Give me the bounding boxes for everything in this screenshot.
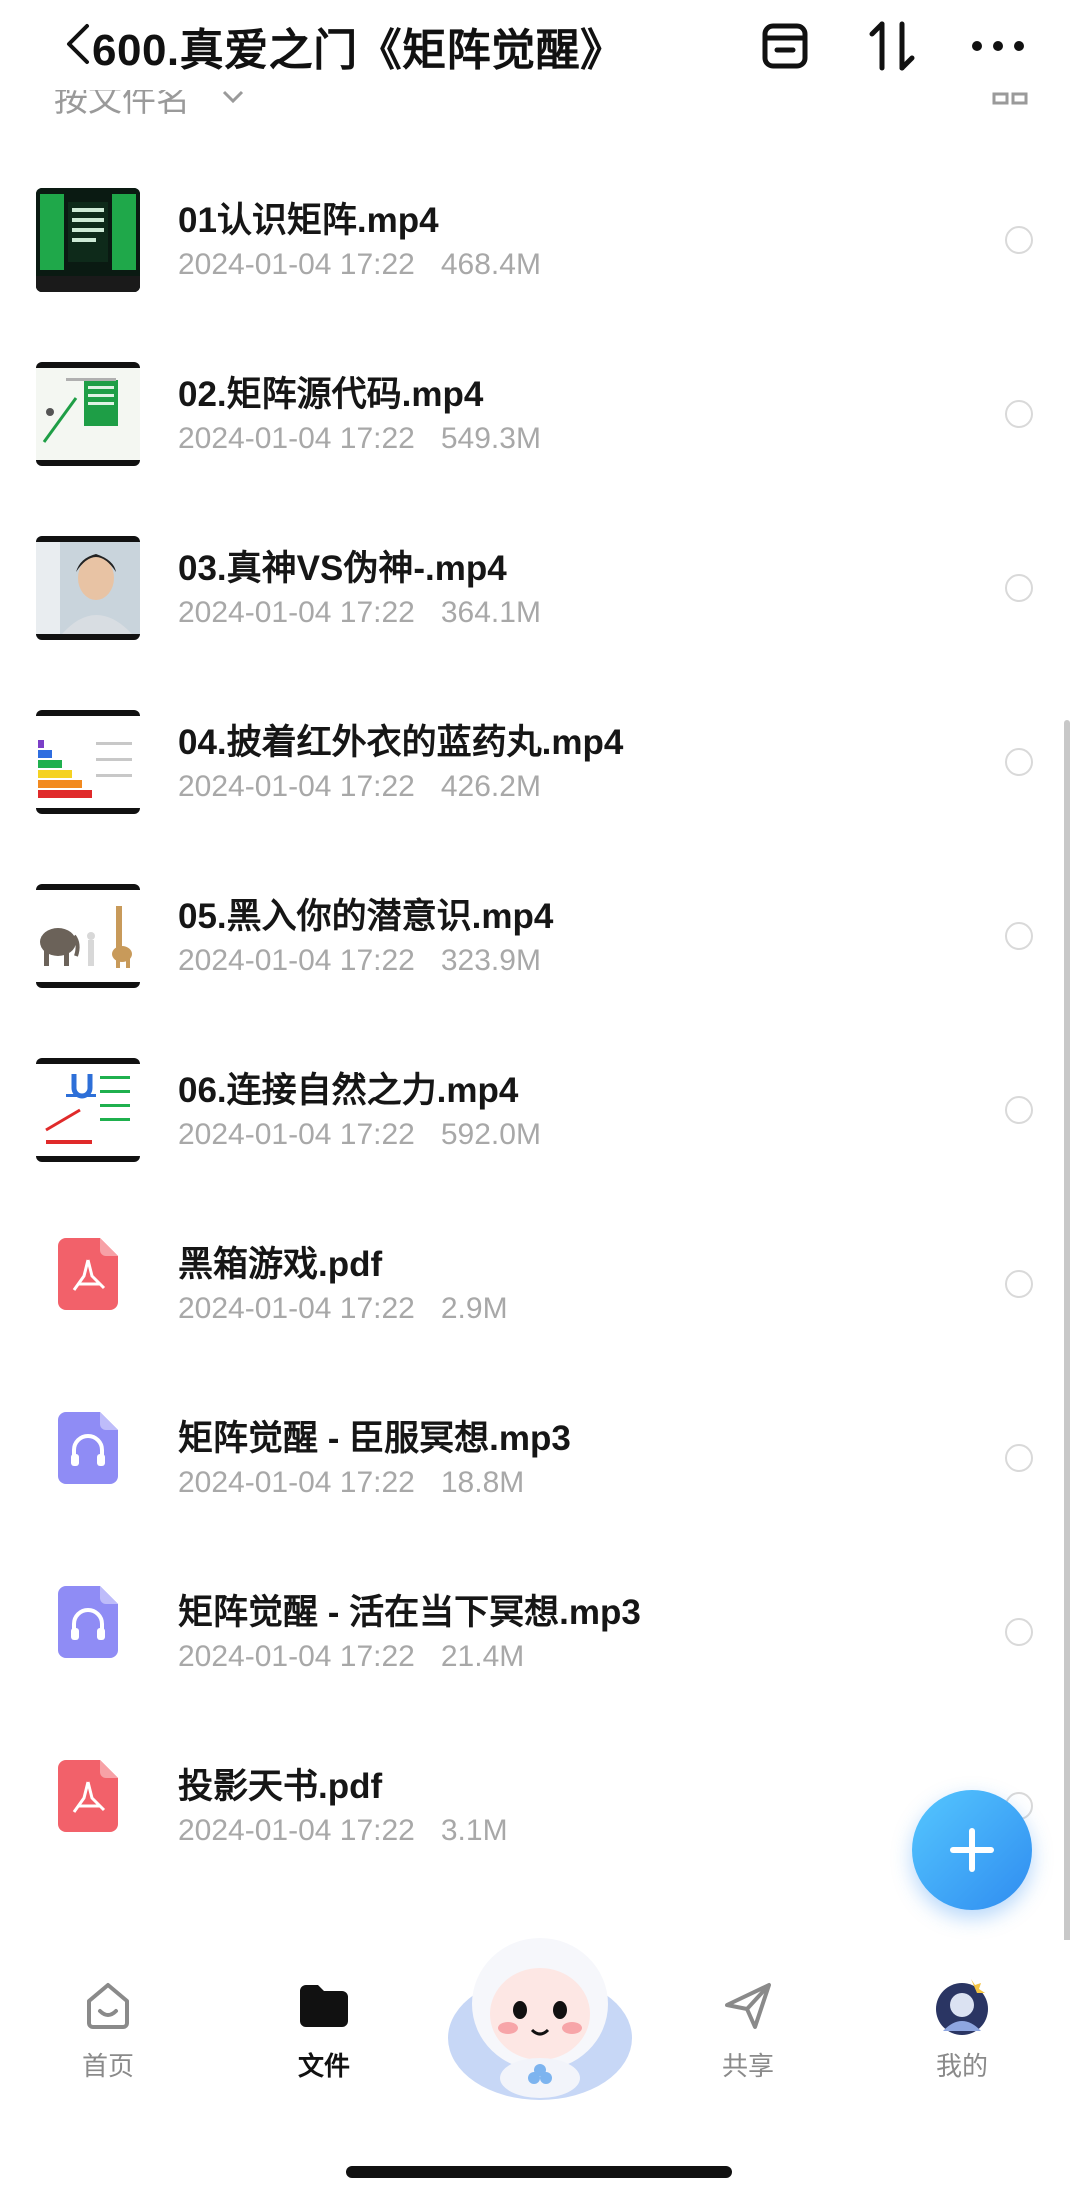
file-row[interactable]: 06.连接自然之力.mp4 2024-01-04 17:22 592.0M [0, 1010, 1080, 1184]
video-thumbnail [36, 884, 140, 988]
file-date: 2024-01-04 17:22 [178, 1118, 415, 1151]
file-name: 02.矩阵源代码.mp4 [178, 375, 484, 414]
tab-share[interactable]: 共享 [678, 1976, 818, 2083]
add-button[interactable] [912, 1790, 1032, 1910]
file-date: 2024-01-04 17:22 [178, 1814, 415, 1847]
file-name: 06.连接自然之力.mp4 [178, 1071, 519, 1110]
tab-files-label: 文件 [297, 2051, 350, 2081]
file-row[interactable]: 01认识矩阵.mp4 2024-01-04 17:22 468.4M [0, 140, 1080, 314]
sort-by-name-button[interactable]: 按文件名 [54, 86, 190, 121]
pdf-icon [58, 1238, 118, 1310]
file-size: 3.1M [440, 1814, 508, 1847]
video-thumbnail [36, 536, 140, 640]
file-size: 18.8M [440, 1466, 525, 1499]
file-row[interactable]: 05.黑入你的潜意识.mp4 2024-01-04 17:22 323.9M [0, 836, 1080, 1010]
file-meta: 2024-01-04 17:22 592.0M [178, 1118, 541, 1152]
video-thumbnail [36, 1058, 140, 1162]
file-date: 2024-01-04 17:22 [178, 596, 415, 629]
sort-button[interactable] [862, 16, 922, 76]
select-checkbox[interactable] [1005, 922, 1033, 950]
file-meta: 2024-01-04 17:22 468.4M [178, 248, 541, 282]
file-name: 01认识矩阵.mp4 [178, 201, 439, 240]
file-meta: 2024-01-04 17:22 323.9M [178, 944, 541, 978]
file-name: 05.黑入你的潜意识.mp4 [178, 897, 554, 936]
mascot-button[interactable] [442, 1918, 638, 2108]
select-checkbox[interactable] [1005, 574, 1033, 602]
more-icon [972, 41, 1024, 51]
archive-button[interactable] [755, 16, 815, 76]
plus-icon [950, 1828, 994, 1872]
file-size: 592.0M [440, 1118, 541, 1151]
home-icon [87, 1983, 129, 2029]
file-row[interactable]: 矩阵觉醒 - 活在当下冥想.mp3 2024-01-04 17:22 21.4M [0, 1532, 1080, 1706]
chevron-down-icon [222, 90, 244, 104]
file-meta: 2024-01-04 17:22 364.1M [178, 596, 541, 630]
file-meta: 2024-01-04 17:22 549.3M [178, 422, 541, 456]
sort-bar: 按文件名 [0, 86, 1080, 126]
audio-file-icon [58, 1412, 118, 1484]
folder-icon [300, 1985, 348, 2027]
home-indicator [346, 2166, 732, 2178]
audio-file-icon [58, 1586, 118, 1658]
tab-files[interactable]: 文件 [254, 1976, 394, 2083]
file-date: 2024-01-04 17:22 [178, 944, 415, 977]
file-size: 549.3M [440, 422, 541, 455]
file-name: 黑箱游戏.pdf [178, 1245, 383, 1284]
file-meta: 2024-01-04 17:22 21.4M [178, 1640, 524, 1674]
file-name: 03.真神VS伪神-.mp4 [178, 549, 507, 588]
sort-icon [869, 21, 915, 71]
file-date: 2024-01-04 17:22 [178, 1466, 415, 1499]
file-row[interactable]: 02.矩阵源代码.mp4 2024-01-04 17:22 549.3M [0, 314, 1080, 488]
archive-icon [762, 23, 808, 69]
page-title: 600.真爱之门《矩阵觉醒》 [92, 26, 625, 75]
file-date: 2024-01-04 17:22 [178, 1640, 415, 1673]
file-row[interactable]: 黑箱游戏.pdf 2024-01-04 17:22 2.9M [0, 1184, 1080, 1358]
file-size: 2.9M [440, 1292, 508, 1325]
video-thumbnail [36, 188, 140, 292]
pdf-icon [58, 1760, 118, 1832]
tab-share-label: 共享 [721, 2051, 774, 2081]
file-name: 投影天书.pdf [178, 1767, 383, 1806]
tab-home-label: 首页 [81, 2051, 134, 2081]
select-checkbox[interactable] [1005, 1270, 1033, 1298]
file-row[interactable]: 03.真神VS伪神-.mp4 2024-01-04 17:22 364.1M [0, 488, 1080, 662]
video-thumbnail [36, 710, 140, 814]
send-icon [725, 1983, 771, 2029]
file-size: 468.4M [440, 248, 541, 281]
file-meta: 2024-01-04 17:22 18.8M [178, 1466, 524, 1500]
file-meta: 2024-01-04 17:22 3.1M [178, 1814, 508, 1848]
select-checkbox[interactable] [1005, 1618, 1033, 1646]
file-size: 426.2M [440, 770, 541, 803]
file-size: 323.9M [440, 944, 541, 977]
select-checkbox[interactable] [1005, 400, 1033, 428]
select-checkbox[interactable] [1005, 1444, 1033, 1472]
tab-home[interactable]: 首页 [38, 1976, 178, 2083]
file-name: 矩阵觉醒 - 活在当下冥想.mp3 [178, 1593, 641, 1632]
scrollbar[interactable] [1064, 720, 1070, 1960]
file-date: 2024-01-04 17:22 [178, 1292, 415, 1325]
select-checkbox[interactable] [1005, 1096, 1033, 1124]
file-meta: 2024-01-04 17:22 426.2M [178, 770, 541, 804]
file-date: 2024-01-04 17:22 [178, 422, 415, 455]
file-size: 21.4M [440, 1640, 525, 1673]
more-button[interactable] [968, 16, 1028, 76]
file-date: 2024-01-04 17:22 [178, 770, 415, 803]
file-name: 矩阵觉醒 - 臣服冥想.mp3 [178, 1419, 571, 1458]
select-checkbox[interactable] [1005, 748, 1033, 776]
file-date: 2024-01-04 17:22 [178, 248, 415, 281]
tab-mine-label: 我的 [935, 2051, 988, 2081]
file-meta: 2024-01-04 17:22 2.9M [178, 1292, 508, 1326]
top-bar: 600.真爱之门《矩阵觉醒》 [0, 0, 1080, 90]
avatar [936, 1979, 988, 2035]
select-checkbox[interactable] [1005, 226, 1033, 254]
back-icon [67, 24, 89, 64]
file-size: 364.1M [440, 596, 541, 629]
file-row[interactable]: 矩阵觉醒 - 臣服冥想.mp3 2024-01-04 17:22 18.8M [0, 1358, 1080, 1532]
file-name: 04.披着红外衣的蓝药丸.mp4 [178, 723, 624, 762]
video-thumbnail [36, 362, 140, 466]
grid-view-icon[interactable] [992, 92, 1028, 116]
tab-mine[interactable]: 我的 [892, 1976, 1032, 2083]
file-row[interactable]: 04.披着红外衣的蓝药丸.mp4 2024-01-04 17:22 426.2M [0, 662, 1080, 836]
